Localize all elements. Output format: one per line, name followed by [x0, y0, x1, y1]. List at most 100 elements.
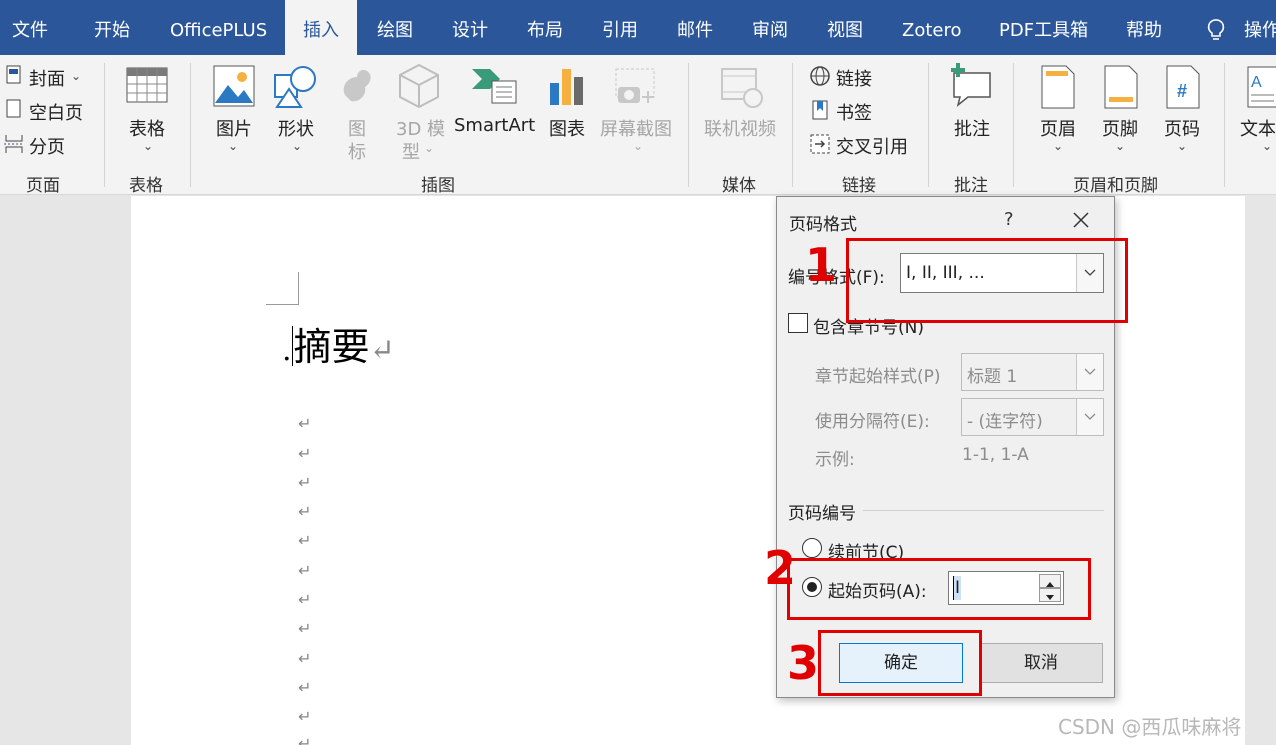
paragraph-mark: ↵	[298, 649, 312, 668]
chevron-down-icon[interactable]: ⌄	[292, 139, 302, 153]
tab-mailings[interactable]: 邮件	[677, 0, 713, 55]
tab-pdf-tools[interactable]: PDF工具箱	[999, 0, 1088, 55]
text-cursor	[291, 326, 293, 366]
chevron-down-icon[interactable]: ⌄	[1262, 139, 1272, 153]
tab-officeplus[interactable]: OfficePLUS	[170, 0, 267, 55]
tab-design[interactable]: 设计	[452, 0, 488, 55]
footer-button[interactable]: 页脚	[1102, 115, 1138, 141]
table-button[interactable]: 表格	[129, 115, 165, 141]
section-divider	[863, 510, 1104, 511]
shapes-button[interactable]: 形状	[278, 115, 314, 141]
picture-button[interactable]: 图片	[216, 115, 252, 141]
paragraph-mark: ↵	[298, 473, 312, 492]
help-button[interactable]: ?	[1004, 209, 1014, 230]
chevron-down-icon: ⌄	[424, 141, 435, 155]
tab-home[interactable]: 开始	[94, 0, 130, 55]
online-video-button[interactable]: 联机视频	[704, 115, 776, 141]
chapter-style-label: 章节起始样式(P)	[815, 367, 941, 387]
tab-zotero[interactable]: Zotero	[902, 0, 962, 55]
3d-models-button-line2[interactable]: 型	[402, 138, 420, 164]
include-chapter-checkbox[interactable]	[788, 313, 808, 333]
chapter-style-value: 标题 1	[967, 367, 1018, 387]
tab-file[interactable]: 文件	[12, 0, 48, 55]
paragraph-mark: ↵	[298, 561, 312, 580]
annotation-box-2	[787, 558, 1091, 620]
tab-review[interactable]: 审阅	[752, 0, 788, 55]
new-comment-button[interactable]: 批注	[954, 115, 990, 141]
blank-page-icon	[6, 99, 21, 118]
heading-line[interactable]: .摘要↵	[282, 316, 395, 371]
cover-page-button[interactable]: 封面	[29, 65, 65, 91]
tab-tell-me[interactable]: 操作	[1244, 0, 1276, 55]
chapter-style-select: 标题 1	[961, 353, 1104, 391]
tab-help[interactable]: 帮助	[1126, 0, 1162, 55]
online-video-icon	[721, 68, 763, 108]
tab-insert[interactable]: 插入	[285, 0, 357, 55]
svg-text:A: A	[1251, 74, 1262, 91]
group-separator	[104, 63, 105, 187]
lightbulb-icon[interactable]	[1206, 18, 1226, 42]
chevron-down-icon: ⌄	[633, 139, 644, 153]
chevron-down-icon[interactable]: ⌄	[1177, 139, 1187, 153]
new-comment-icon	[951, 63, 991, 107]
group-label-comments: 批注	[954, 176, 988, 196]
chevron-down-icon[interactable]: ⌄	[71, 69, 81, 83]
page-number-button[interactable]: 页码	[1164, 115, 1200, 141]
blank-page-button[interactable]: 空白页	[29, 99, 83, 125]
link-icon	[810, 66, 830, 86]
bookmark-button[interactable]: 书签	[836, 99, 872, 125]
dropdown-button	[1076, 399, 1103, 435]
cross-reference-button[interactable]: 交叉引用	[836, 133, 908, 159]
paragraph-mark: ↵	[298, 707, 312, 726]
chart-icon	[550, 69, 583, 105]
dialog-title: 页码格式	[789, 215, 857, 235]
margin-corner-mark	[266, 272, 299, 305]
screenshot-button[interactable]: 屏幕截图	[600, 115, 672, 141]
heading-bullet: .	[282, 333, 292, 368]
paragraph-mark: ↵	[298, 444, 312, 463]
close-icon[interactable]	[1070, 209, 1092, 231]
paragraph-mark: ↵	[298, 414, 312, 433]
dropdown-button	[1076, 354, 1103, 390]
annotation-box-3	[818, 630, 982, 696]
continue-radio[interactable]	[802, 538, 822, 558]
group-label-media: 媒体	[722, 176, 756, 196]
cancel-button[interactable]: 取消	[979, 643, 1103, 683]
tab-draw[interactable]: 绘图	[377, 0, 413, 55]
chevron-down-icon[interactable]: ⌄	[228, 139, 238, 153]
icons-icon	[343, 69, 371, 102]
annotation-number-2: 2	[764, 541, 797, 595]
annotation-box-1	[846, 238, 1128, 323]
watermark: CSDN @西瓜味麻将	[1058, 715, 1242, 739]
tab-view[interactable]: 视图	[827, 0, 863, 55]
numbering-section-label: 页码编号	[788, 504, 856, 524]
separator-value: - (连字符)	[967, 412, 1043, 432]
icons-button-line2[interactable]: 标	[348, 138, 366, 164]
annotation-number-3: 3	[787, 636, 820, 690]
page-break-button[interactable]: 分页	[29, 133, 65, 159]
textbox-button[interactable]: 文本	[1240, 115, 1276, 141]
chevron-down-icon[interactable]: ⌄	[143, 139, 153, 153]
tab-layout[interactable]: 布局	[527, 0, 563, 55]
separator-label: 使用分隔符(E):	[815, 412, 930, 432]
group-separator	[688, 63, 689, 187]
bookmark-icon	[812, 100, 828, 120]
paragraph-mark: ↵	[298, 502, 312, 521]
paragraph-mark: ↵	[298, 619, 312, 638]
link-button[interactable]: 链接	[836, 65, 872, 91]
example-value: 1-1, 1-A	[962, 445, 1029, 465]
header-button[interactable]: 页眉	[1040, 115, 1076, 141]
group-separator	[928, 63, 929, 187]
smartart-button[interactable]: SmartArt	[454, 115, 535, 136]
chart-button[interactable]: 图表	[549, 115, 585, 141]
textbox-icon: A	[1247, 66, 1276, 108]
paragraph-mark: ↵	[298, 531, 312, 550]
annotation-number-1: 1	[805, 238, 838, 292]
chevron-down-icon[interactable]: ⌄	[1115, 139, 1125, 153]
example-label: 示例:	[815, 450, 855, 470]
tab-references[interactable]: 引用	[602, 0, 638, 55]
paragraph-mark: ↵	[369, 333, 395, 368]
chevron-down-icon[interactable]: ⌄	[1053, 139, 1063, 153]
group-label-links: 链接	[842, 176, 876, 196]
page-break-icon	[4, 135, 24, 153]
